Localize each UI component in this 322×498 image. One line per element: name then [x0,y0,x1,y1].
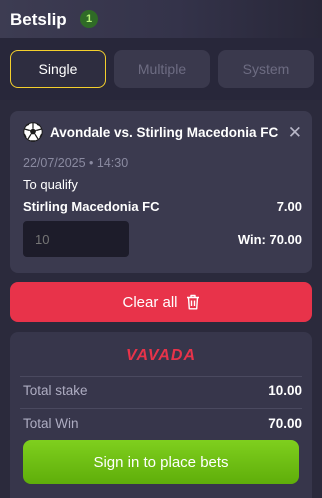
bet-card: Avondale vs. Stirling Macedonia FC ✕ 22/… [10,111,312,273]
clear-all-button[interactable]: Clear all [10,282,312,322]
odds-value: 7.00 [276,199,302,214]
total-stake-value: 10.00 [268,383,302,398]
trash-icon [186,294,199,310]
soccer-ball-icon [23,122,43,142]
close-icon[interactable]: ✕ [288,124,302,141]
stake-input[interactable] [23,221,129,257]
match-title: Avondale vs. Stirling Macedonia FC [50,125,279,140]
selection-name: Stirling Macedonia FC [23,199,160,214]
total-stake-label: Total stake [23,383,88,398]
vavada-logo: VAVADA [126,347,196,364]
match-datetime: 22/07/2025 • 14:30 [23,156,129,170]
total-win-label: Total Win [23,416,79,431]
divider [20,376,302,377]
sign-in-to-place-bets-button[interactable]: Sign in to place bets [23,440,299,484]
bet-type-tabs: Single Multiple System [0,38,322,100]
market-name: To qualify [23,177,78,192]
tab-system[interactable]: System [218,50,314,88]
bet-count-badge: 1 [80,10,98,28]
tab-multiple[interactable]: Multiple [114,50,210,88]
betslip-title: Betslip [10,10,67,29]
divider [20,408,302,409]
tab-single[interactable]: Single [10,50,106,88]
total-win-value: 70.00 [268,416,302,431]
clear-all-label: Clear all [122,293,178,311]
betslip-header: Betslip 1 [0,0,322,38]
potential-win: Win: 70.00 [237,232,302,247]
bet-summary-panel: VAVADA Total stake 10.00 Total Win 70.00… [10,332,312,498]
